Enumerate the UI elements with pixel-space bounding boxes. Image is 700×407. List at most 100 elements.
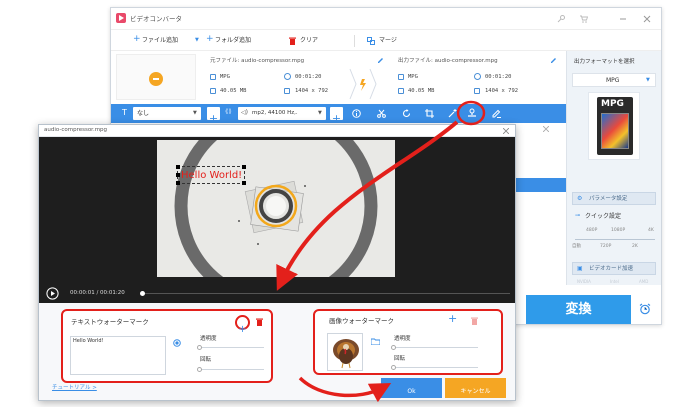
add-audio-button[interactable]: + <box>330 107 343 125</box>
add-subtitle-button[interactable]: + <box>207 107 220 125</box>
resize-handle[interactable] <box>242 181 246 185</box>
effects-icon[interactable] <box>448 109 457 118</box>
video-preview[interactable]: Hello World! <box>157 140 395 277</box>
text-rotation-slider[interactable] <box>200 369 264 370</box>
image-watermark-title: 画像ウォーターマーク <box>329 317 394 325</box>
cart-icon[interactable] <box>580 15 588 23</box>
turkey-image <box>333 339 359 369</box>
add-file-label: ファイル追加 <box>142 37 179 44</box>
image-opacity-slider[interactable] <box>394 347 478 348</box>
watermark-text-input[interactable]: Hello World! <box>70 336 166 375</box>
watermark-icon[interactable] <box>467 108 477 118</box>
audio-select[interactable]: ◁) mp2, 44100 Hz,. ▼ <box>238 107 326 120</box>
output-size: 40.05 MB <box>408 88 435 94</box>
format-preview[interactable]: MPG <box>588 92 640 160</box>
slider-handle[interactable] <box>391 345 396 350</box>
slider-handle[interactable] <box>197 345 202 350</box>
chevron-down-icon[interactable]: ▼ <box>195 38 199 43</box>
watermark-image-thumbnail[interactable] <box>327 333 363 371</box>
resize-handle[interactable] <box>176 173 180 177</box>
clock-icon <box>284 73 291 80</box>
quality-auto[interactable]: 自動 <box>572 244 581 250</box>
text-opacity-slider[interactable] <box>200 347 264 348</box>
edit-subtitle-icon[interactable] <box>492 109 501 118</box>
amd-logo: AMD <box>639 279 649 284</box>
play-icon[interactable] <box>46 287 59 300</box>
key-icon[interactable] <box>557 15 565 23</box>
format-icon <box>398 74 404 80</box>
cut-icon[interactable] <box>377 109 386 118</box>
image-watermark-panel: 画像ウォーターマーク + 透明度 回転 <box>313 309 503 375</box>
close-icon[interactable] <box>643 15 651 23</box>
close-dialog-icon[interactable] <box>503 128 509 134</box>
audio-value: mp2, 44100 Hz,. <box>252 110 298 116</box>
preview-graphic <box>174 140 378 277</box>
minimize-icon[interactable] <box>619 15 627 23</box>
source-duration: 00:01:20 <box>295 74 322 80</box>
quality-480p[interactable]: 480P <box>586 228 597 234</box>
parameter-settings-button[interactable]: ⚙ パラメータ設定 <box>572 192 656 205</box>
add-text-watermark-button[interactable]: + <box>235 315 250 335</box>
slider-handle[interactable] <box>197 367 202 372</box>
speaker-icon: ◁) <box>241 109 248 116</box>
quality-2k[interactable]: 2K <box>632 244 638 250</box>
plus-icon: + <box>133 34 141 44</box>
player-controls: 00:00:01 / 00:01:20 <box>39 285 515 303</box>
slider-handle[interactable] <box>391 365 396 370</box>
title-bar: ビデオコンバータ <box>111 8 661 30</box>
delete-image-watermark-icon[interactable] <box>471 317 478 325</box>
info-icon[interactable] <box>352 109 361 118</box>
video-thumbnail[interactable] <box>116 54 196 100</box>
quality-1080p[interactable]: 1080P <box>611 228 625 234</box>
source-file-name: 元ファイル: audio-compressor.mpg <box>210 58 305 64</box>
quality-4k[interactable]: 4K <box>648 228 654 234</box>
resize-handle[interactable] <box>176 165 180 169</box>
resize-handle[interactable] <box>176 181 180 185</box>
cancel-button[interactable]: キャンセル <box>445 378 506 398</box>
text-style-icon[interactable] <box>173 339 181 347</box>
resize-handle[interactable] <box>242 165 246 169</box>
add-image-watermark-button[interactable]: + <box>448 313 457 324</box>
edit-output-icon[interactable] <box>550 57 557 64</box>
alarm-icon[interactable] <box>639 303 651 315</box>
app-title: ビデオコンバータ <box>130 15 182 23</box>
size-icon <box>210 88 216 94</box>
source-resolution: 1404 x 792 <box>295 88 329 94</box>
gpu-icon: ▣ <box>577 265 583 272</box>
video-player: Hello World! 00:00:01 / 00:01:20 <box>39 137 515 303</box>
text-watermark-box[interactable]: Hello World! <box>176 165 246 185</box>
intel-logo: Intel <box>610 279 619 284</box>
folder-icon[interactable] <box>371 338 380 345</box>
ok-button[interactable]: Ok <box>381 378 442 398</box>
image-rotation-slider[interactable] <box>394 367 478 368</box>
text-opacity-label: 透明度 <box>200 336 217 342</box>
playback-time: 00:00:01 / 00:01:20 <box>70 290 125 296</box>
plus-icon: + <box>238 324 247 335</box>
seek-handle[interactable] <box>140 291 145 296</box>
rotate-icon[interactable] <box>402 109 411 118</box>
format-selector[interactable]: MPG ▼ <box>572 73 656 87</box>
size-icon <box>398 88 404 94</box>
subtitle-sync-icon[interactable]: ⟪⟫ <box>225 109 232 115</box>
chevron-down-icon: ▼ <box>646 77 650 83</box>
convert-button[interactable]: 変換 <box>526 295 631 324</box>
output-file-name: 出力ファイル: audio-compressor.mpg <box>398 58 498 64</box>
quality-slider[interactable] <box>575 239 655 240</box>
quality-720p[interactable]: 720P <box>600 244 611 250</box>
close-row-icon[interactable] <box>543 126 549 132</box>
chevron-down-icon: ▼ <box>318 110 322 116</box>
filmstrip-image <box>601 113 629 149</box>
delete-text-watermark-icon[interactable] <box>256 318 263 326</box>
gpu-acceleration-button[interactable]: ▣ ビデオカード加速 <box>572 262 656 275</box>
seek-bar[interactable] <box>142 293 510 294</box>
convert-label: 変換 <box>565 302 592 317</box>
resolution-icon <box>474 88 480 94</box>
crop-icon[interactable] <box>425 109 434 118</box>
tutorial-link[interactable]: チュートリアル > <box>52 385 97 392</box>
edit-icon[interactable] <box>377 57 384 64</box>
merge-label: マージ <box>379 37 397 44</box>
text-watermark-panel: テキストウォーターマーク + Hello World! 透明度 回転 <box>61 309 273 383</box>
subtitle-select[interactable]: なし ▼ <box>133 107 201 120</box>
plus-icon: + <box>206 34 214 44</box>
format-badge: MPG <box>601 99 624 109</box>
